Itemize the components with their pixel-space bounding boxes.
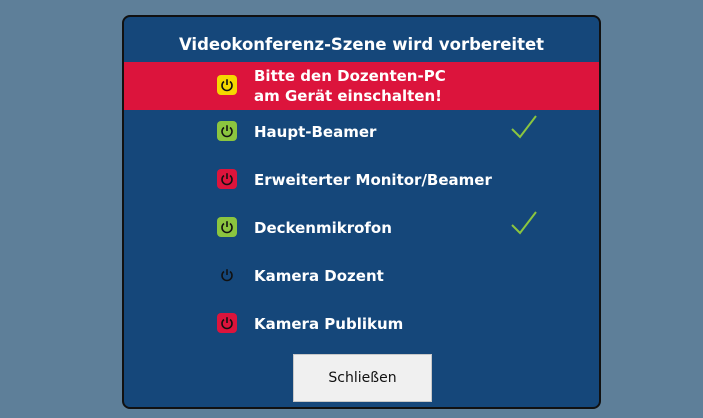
power-icon [217, 121, 237, 141]
power-icon [217, 217, 237, 237]
power-icon [217, 265, 237, 285]
alert-line-2: am Gerät einschalten! [254, 87, 442, 105]
device-label: Kamera Dozent [254, 267, 384, 285]
device-row-kamera-publikum: Kamera Publikum [124, 310, 599, 340]
device-row-kamera-dozent: Kamera Dozent [124, 262, 599, 292]
device-row-haupt-beamer: Haupt-Beamer [124, 115, 599, 148]
checkmark-icon [511, 115, 537, 139]
device-label: Kamera Publikum [254, 315, 404, 333]
checkmark-icon [511, 211, 537, 235]
device-label: Erweiterter Monitor/Beamer [254, 171, 492, 189]
alert-banner: Bitte den Dozenten-PC am Gerät einschalt… [124, 62, 599, 110]
dialog-title: Videokonferenz-Szene wird vorbereitet [178, 35, 545, 54]
close-button[interactable]: Schließen [293, 354, 432, 402]
device-row-erweiterter-monitor: Erweiterter Monitor/Beamer [124, 166, 599, 196]
power-icon [217, 313, 237, 333]
scene-dialog: Videokonferenz-Szene wird vorbereitet Bi… [122, 15, 601, 409]
power-icon [217, 75, 237, 95]
power-icon [217, 169, 237, 189]
device-row-deckenmikrofon: Deckenmikrofon [124, 211, 599, 244]
alert-line-1: Bitte den Dozenten-PC [254, 67, 446, 85]
device-label: Deckenmikrofon [254, 219, 392, 237]
alert-text: Bitte den Dozenten-PC am Gerät einschalt… [254, 66, 446, 106]
device-label: Haupt-Beamer [254, 123, 377, 141]
